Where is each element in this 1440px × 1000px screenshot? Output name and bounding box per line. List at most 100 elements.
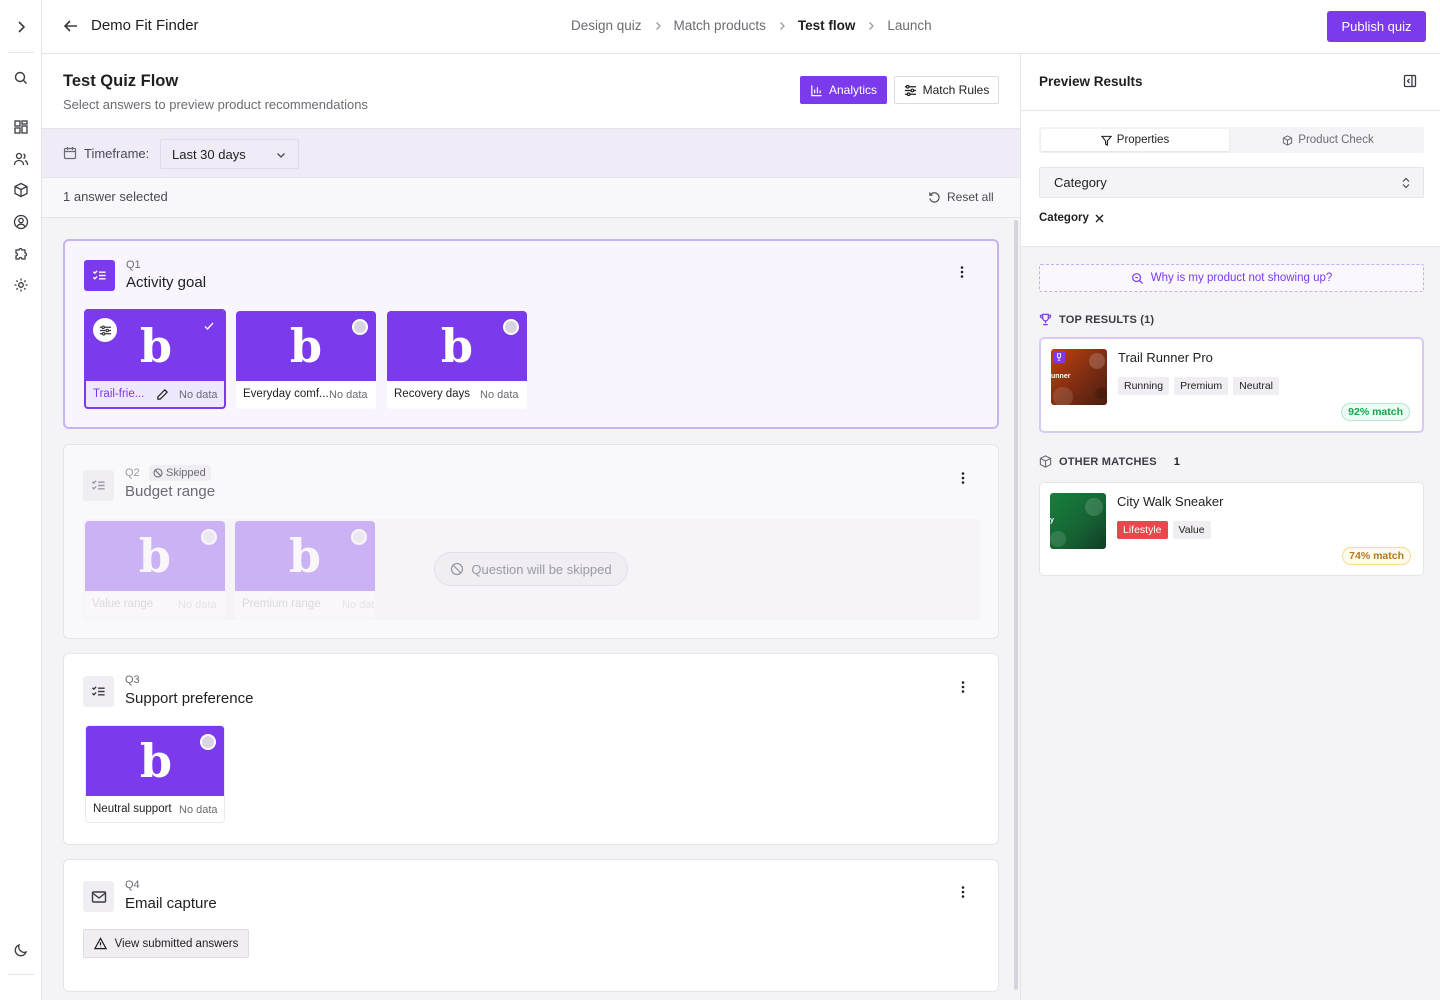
breadcrumb-test-flow[interactable]: Test flow — [798, 18, 856, 33]
option-data: No data — [342, 599, 375, 611]
rail-divider — [8, 52, 34, 53]
publish-quiz-button[interactable]: Publish quiz — [1327, 11, 1426, 42]
left-rail — [0, 0, 42, 1000]
top-bar: Demo Fit Finder Design quiz Match produc… — [42, 0, 1440, 54]
question-card-q4: Q4 Email capture View submitted answers — [63, 859, 999, 992]
property-select[interactable]: Category — [1039, 167, 1424, 198]
chevron-right-icon[interactable] — [13, 19, 29, 35]
tab-product-check-label: Product Check — [1298, 134, 1374, 146]
users-icon[interactable] — [13, 151, 29, 167]
view-submitted-answers-button[interactable]: View submitted answers — [83, 929, 249, 958]
answer-option[interactable]: b Trail-frie... No data — [84, 309, 226, 409]
breadcrumb-design-quiz[interactable]: Design quiz — [571, 18, 642, 33]
other-matches-count: 1 — [1173, 455, 1181, 468]
thumbnail-text: unner — [1051, 373, 1071, 380]
product-tag: Running — [1118, 377, 1170, 395]
why-not-showing-button[interactable]: Why is my product not showing up? — [1039, 264, 1424, 292]
filter-icon — [1100, 135, 1112, 146]
trophy-icon — [1053, 351, 1065, 363]
moon-icon[interactable] — [13, 942, 29, 958]
tab-properties-label: Properties — [1116, 134, 1170, 146]
page-subtitle: Select answers to preview product recomm… — [63, 97, 368, 112]
product-tag: Neutral — [1233, 377, 1279, 395]
chevron-updown-icon — [1401, 177, 1411, 189]
dashboard-icon[interactable] — [13, 119, 29, 135]
tab-properties[interactable]: Properties — [1041, 129, 1229, 151]
more-vertical-icon[interactable] — [956, 885, 970, 899]
radio-button — [201, 529, 217, 545]
match-rules-button[interactable]: Match Rules — [894, 76, 999, 104]
skipped-badge: Skipped — [149, 465, 211, 481]
rail-divider — [8, 974, 34, 975]
analytics-button[interactable]: Analytics — [800, 76, 887, 104]
pencil-icon[interactable] — [156, 388, 169, 401]
radio-button[interactable] — [200, 734, 216, 750]
tab-product-check[interactable]: Product Check — [1234, 129, 1422, 151]
main-panel: Test Quiz Flow Select answers to preview… — [42, 54, 1020, 1000]
filter-chip-label: Category — [1039, 212, 1089, 224]
filter-chip: Category — [1039, 212, 1104, 224]
other-matches-header: OTHER MATCHES 1 — [1039, 455, 1180, 468]
option-label: Recovery days — [394, 388, 471, 400]
answer-option[interactable]: b Neutral support No data — [85, 725, 225, 823]
breadcrumb-launch[interactable]: Launch — [887, 18, 931, 33]
radio-button[interactable] — [503, 319, 519, 335]
user-circle-icon[interactable] — [13, 214, 29, 230]
warning-icon — [93, 937, 107, 950]
preview-panel: Preview Results Properties Product Check… — [1020, 54, 1440, 1000]
mail-icon — [83, 881, 114, 912]
chevron-right-icon — [865, 20, 877, 32]
scrollbar[interactable] — [1014, 220, 1018, 990]
product-card[interactable]: unner Trail Runner Pro Running Premium N… — [1039, 337, 1424, 433]
top-results-header: TOP RESULTS (1) — [1039, 313, 1154, 326]
radio-button[interactable] — [352, 319, 368, 335]
product-thumbnail: unner — [1051, 349, 1107, 405]
top-results-label: TOP RESULTS (1) — [1059, 313, 1155, 326]
option-data: No data — [179, 804, 218, 816]
settings-icon[interactable] — [13, 277, 29, 293]
breadcrumb-match-products[interactable]: Match products — [674, 18, 766, 33]
chevron-right-icon — [652, 20, 664, 32]
reset-all-button[interactable]: Reset all — [928, 190, 994, 204]
question-title: Budget range — [125, 483, 216, 500]
option-data: No data — [329, 389, 368, 401]
product-thumbnail: y — [1050, 493, 1106, 549]
question-title: Email capture — [125, 895, 217, 912]
timeframe-select[interactable]: Last 30 days — [160, 139, 299, 169]
answer-option[interactable]: b Everyday comf... No data — [236, 311, 376, 409]
more-vertical-icon[interactable] — [956, 471, 970, 485]
ban-icon — [153, 468, 163, 478]
thumbnail-pattern — [1050, 498, 1103, 547]
selected-count: 1 answer selected — [63, 189, 168, 204]
timeframe-value: Last 30 days — [172, 147, 246, 162]
view-submitted-answers-label: View submitted answers — [114, 937, 239, 950]
puzzle-icon[interactable] — [13, 245, 29, 261]
adjust-icon[interactable] — [93, 318, 117, 342]
radio-button — [351, 529, 367, 545]
match-badge: 74% match — [1342, 547, 1411, 565]
search-icon[interactable] — [13, 70, 29, 86]
sliders-icon — [904, 84, 917, 97]
reset-all-label: Reset all — [947, 190, 994, 204]
reset-icon — [928, 191, 941, 204]
answer-option[interactable]: b Recovery days No data — [387, 311, 527, 409]
question-card-q2: Q2 Skipped Budget range b Value range No… — [63, 444, 999, 639]
search-icon — [1131, 272, 1144, 285]
product-card[interactable]: y City Walk Sneaker Lifestyle Value 74% … — [1039, 482, 1424, 576]
option-data: No data — [480, 389, 519, 401]
close-icon[interactable] — [1095, 214, 1104, 223]
skipped-label: Skipped — [166, 467, 206, 479]
option-label: Trail-frie... — [93, 388, 145, 400]
bar-chart-icon — [810, 84, 823, 97]
preview-tabs: Properties Product Check — [1039, 127, 1424, 153]
check-icon — [203, 320, 215, 332]
divider — [1021, 110, 1440, 111]
more-vertical-icon[interactable] — [955, 265, 969, 279]
back-arrow-icon[interactable] — [62, 17, 80, 35]
collapse-panel-icon[interactable] — [1403, 74, 1417, 88]
product-name: Trail Runner Pro — [1118, 350, 1213, 365]
box-icon[interactable] — [13, 182, 29, 198]
more-vertical-icon[interactable] — [956, 680, 970, 694]
product-tag: Premium — [1174, 377, 1229, 395]
property-select-value: Category — [1054, 175, 1107, 190]
